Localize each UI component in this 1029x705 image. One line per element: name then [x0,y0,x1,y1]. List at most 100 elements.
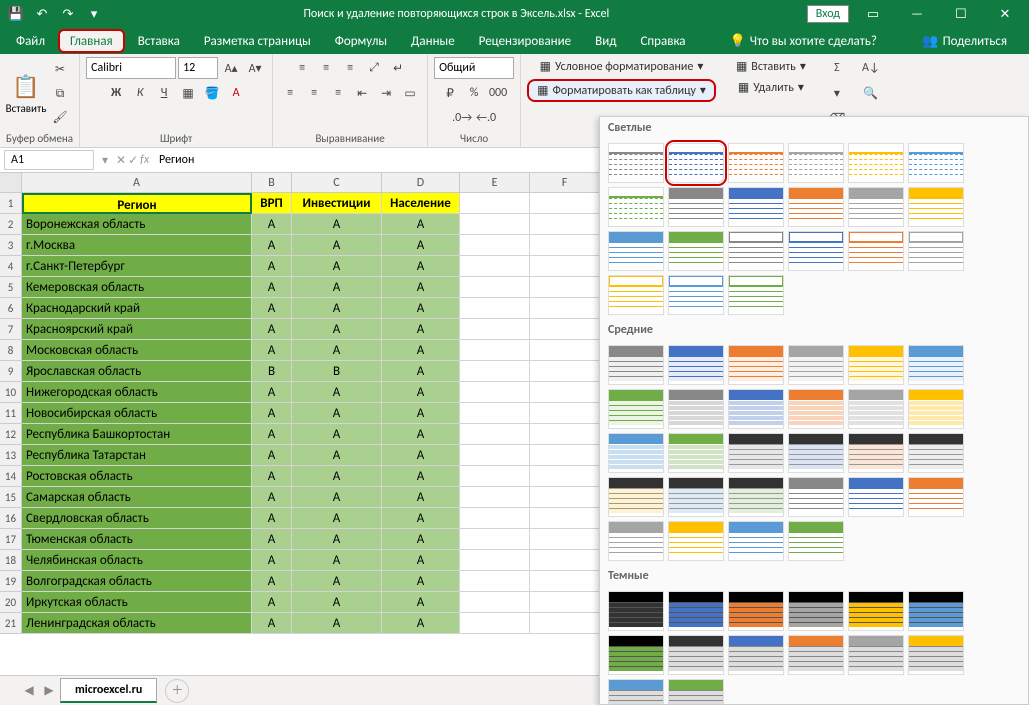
cell[interactable]: A [252,445,292,466]
table-style-option[interactable] [728,591,784,631]
table-style-option[interactable] [608,433,664,473]
table-style-option[interactable] [788,591,844,631]
cell[interactable]: A [252,235,292,256]
cell[interactable]: A [382,256,460,277]
column-header[interactable]: B [252,173,292,192]
find-select-button[interactable]: 🔍 [860,82,882,104]
row-header[interactable]: 11 [0,403,22,424]
table-style-option[interactable] [608,143,664,183]
table-style-option[interactable] [608,231,664,271]
cell[interactable] [460,550,530,571]
cell[interactable] [460,466,530,487]
cell[interactable] [460,340,530,361]
paste-button[interactable]: 📋 Вставить [6,66,46,122]
cell[interactable] [530,529,600,550]
cell[interactable]: A [252,571,292,592]
cell[interactable] [460,592,530,613]
row-header[interactable]: 16 [0,508,22,529]
undo-button[interactable]: ↶ [30,2,54,26]
table-header-cell[interactable]: Инвестиции [292,193,382,214]
cell[interactable]: A [292,466,382,487]
number-format-combo[interactable] [434,57,514,79]
tab-formulas[interactable]: Формулы [323,28,399,54]
cell[interactable]: A [292,508,382,529]
cell[interactable] [530,613,600,634]
cell[interactable]: B [252,361,292,382]
cell[interactable]: A [292,382,382,403]
cell[interactable] [460,214,530,235]
cell[interactable] [530,277,600,298]
delete-cells-button[interactable]: ▦ Удалить ▾ [730,78,812,97]
table-style-option[interactable] [608,345,664,385]
tab-data[interactable]: Данные [399,28,467,54]
table-style-option[interactable] [728,521,784,561]
format-as-table-button[interactable]: ▦ Форматировать как таблицу ▾ [527,79,716,102]
qat-customize-button[interactable]: ▾ [82,2,106,26]
cell[interactable]: A [292,550,382,571]
cell[interactable] [460,487,530,508]
cell[interactable] [530,193,600,214]
table-style-option[interactable] [668,345,724,385]
cell[interactable]: A [382,382,460,403]
table-style-option[interactable] [908,389,964,429]
cell[interactable] [530,424,600,445]
cell[interactable]: г.Санкт-Петербург [22,256,252,277]
align-right-button[interactable]: ≡ [327,82,349,104]
format-painter-button[interactable]: 🖌 [49,107,71,129]
orientation-button[interactable]: ⤢ [363,57,385,79]
table-style-option[interactable] [668,635,724,675]
cell[interactable] [530,550,600,571]
cell[interactable]: A [382,529,460,550]
cell[interactable] [530,235,600,256]
cell[interactable]: г.Москва [22,235,252,256]
cell[interactable] [460,382,530,403]
cell[interactable]: A [252,403,292,424]
increase-font-button[interactable]: A▴ [220,57,242,79]
column-header[interactable]: F [530,173,600,192]
table-style-option[interactable] [788,187,844,227]
table-style-option[interactable] [668,275,724,315]
cell[interactable]: A [292,256,382,277]
table-style-option[interactable] [788,231,844,271]
bold-button[interactable]: Ж [105,82,127,104]
cell[interactable]: Тюменская область [22,529,252,550]
table-style-option[interactable] [668,389,724,429]
align-middle-button[interactable]: ≡ [315,57,337,79]
currency-button[interactable]: ₽ [439,82,461,104]
sort-filter-button[interactable]: A↓ [860,57,882,79]
save-button[interactable]: 💾 [4,2,28,26]
sheet-nav-prev[interactable]: ◀ [20,683,38,698]
cell[interactable] [460,277,530,298]
cell[interactable] [530,445,600,466]
table-style-option[interactable] [608,477,664,517]
tab-view[interactable]: Вид [583,28,628,54]
cell[interactable]: A [292,319,382,340]
column-header[interactable]: E [460,173,530,192]
align-left-button[interactable]: ≡ [279,82,301,104]
cell[interactable]: A [292,571,382,592]
cell[interactable] [530,340,600,361]
cell[interactable]: A [292,403,382,424]
tab-review[interactable]: Рецензирование [467,28,583,54]
row-header[interactable]: 18 [0,550,22,571]
table-header-cell[interactable]: ВРП [252,193,292,214]
redo-button[interactable]: ↷ [56,2,80,26]
table-style-option[interactable] [668,187,724,227]
tell-me-field[interactable]: 💡 Что вы хотите сделать? [718,28,889,54]
enter-formula-button[interactable]: ✓ [128,153,138,168]
underline-button[interactable]: Ч [153,82,175,104]
font-color-button[interactable]: A [225,82,247,104]
row-header[interactable]: 3 [0,235,22,256]
row-header[interactable]: 4 [0,256,22,277]
cell[interactable] [460,424,530,445]
font-size-combo[interactable] [178,57,218,79]
cell[interactable]: Московская область [22,340,252,361]
cell[interactable] [460,403,530,424]
table-style-option[interactable] [668,433,724,473]
cell[interactable]: Ростовская область [22,466,252,487]
cell[interactable] [530,382,600,403]
cell[interactable]: A [252,508,292,529]
cell[interactable]: Кемеровская область [22,277,252,298]
column-header[interactable]: C [292,173,382,192]
table-style-option[interactable] [848,635,904,675]
